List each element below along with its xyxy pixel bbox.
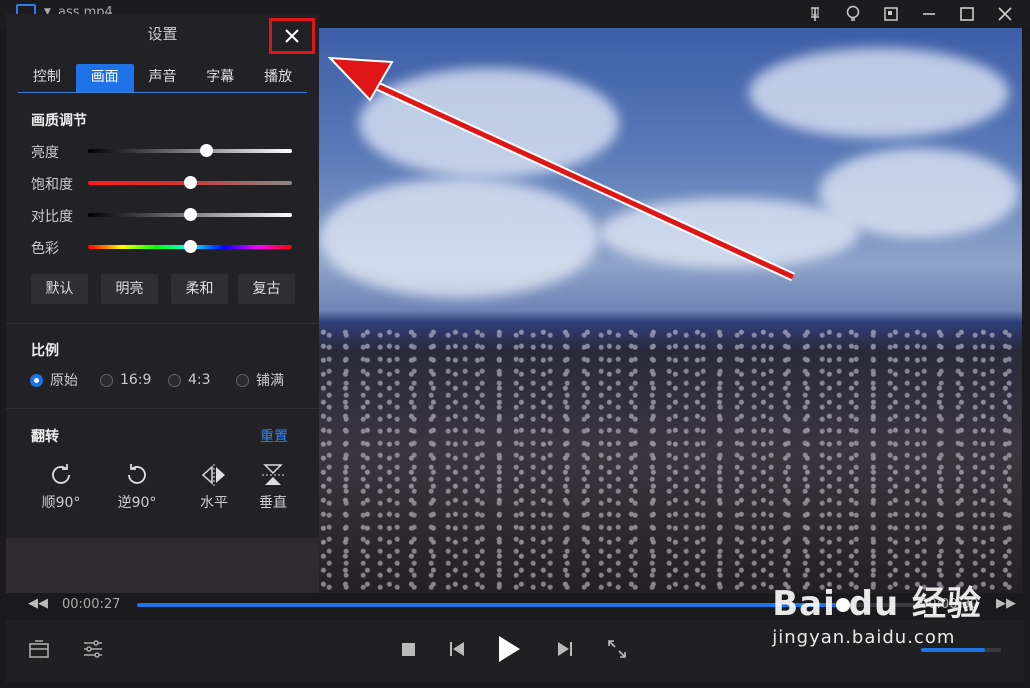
settings-tabs: 控制 画面 声音 字幕 播放: [18, 64, 307, 93]
radio-indicator: [168, 373, 181, 387]
contrast-slider[interactable]: [88, 208, 292, 221]
hue-slider[interactable]: [88, 240, 292, 253]
ratio-options: 原始 16:9 4:3 铺满: [30, 370, 284, 390]
close-window-icon[interactable]: [986, 0, 1024, 28]
flip-vertical-button[interactable]: 垂直: [245, 462, 301, 512]
saturation-label: 饱和度: [31, 177, 73, 193]
mini-mode-icon[interactable]: [872, 0, 910, 28]
flip-vertical-label: 垂直: [259, 495, 287, 511]
flip-horizontal-button[interactable]: 水平: [186, 462, 242, 512]
preset-retro-button[interactable]: 复古: [238, 274, 295, 304]
video-content: [319, 328, 1022, 593]
radio-label: 原始: [50, 373, 78, 389]
fast-forward-icon[interactable]: ▶▶: [996, 596, 1016, 611]
ratio-4-3-radio[interactable]: 4:3: [168, 370, 236, 390]
ratio-original-radio[interactable]: 原始: [30, 370, 100, 390]
hue-knob[interactable]: [184, 240, 197, 253]
rotate-cw-button[interactable]: 顺90°: [33, 462, 89, 512]
flip-vertical-icon: [262, 464, 284, 485]
rotate-ccw-icon: [128, 464, 146, 484]
contrast-knob[interactable]: [184, 208, 197, 221]
volume-fill: [921, 648, 985, 652]
radio-indicator: [30, 373, 43, 387]
divider: [6, 323, 319, 324]
watermark: Bai du 经验 jingyan.baidu.com: [772, 576, 982, 648]
maximize-icon[interactable]: [948, 0, 986, 28]
tab-subtitle[interactable]: 字幕: [191, 64, 249, 92]
volume-slider[interactable]: [921, 648, 1001, 652]
ratio-16-9-radio[interactable]: 16:9: [100, 370, 168, 390]
pin-icon[interactable]: [796, 0, 834, 28]
flip-section-title: 翻转: [31, 429, 59, 445]
tab-picture[interactable]: 画面: [75, 64, 134, 92]
hue-label: 色彩: [31, 241, 59, 257]
rotate-ccw-label: 逆90°: [117, 495, 157, 511]
tab-playback[interactable]: 播放: [249, 64, 307, 92]
rewind-icon[interactable]: ◀◀: [28, 596, 48, 611]
bulb-icon[interactable]: [834, 0, 872, 28]
current-time: 00:00:27: [62, 597, 121, 612]
settings-sliders-icon[interactable]: [82, 638, 104, 660]
play-icon[interactable]: [497, 635, 521, 663]
preset-soft-button[interactable]: 柔和: [171, 274, 228, 304]
flip-horizontal-label: 水平: [200, 495, 228, 511]
minimize-icon[interactable]: [910, 0, 948, 28]
previous-icon[interactable]: [449, 641, 465, 657]
saturation-knob[interactable]: [184, 176, 197, 189]
radio-label: 16:9: [120, 372, 152, 388]
next-icon[interactable]: [557, 641, 573, 657]
brightness-label: 亮度: [31, 145, 59, 161]
watermark-logo: Bai du 经验: [772, 584, 982, 624]
flip-horizontal-icon: [201, 464, 225, 486]
settings-panel: 设置 控制 画面 声音 字幕 播放 画质调节 亮度 饱和度 对比度 色彩 默认 …: [6, 14, 319, 538]
brightness-knob[interactable]: [200, 144, 214, 157]
flip-reset-link[interactable]: 重置: [260, 426, 288, 446]
radio-label: 铺满: [256, 373, 284, 389]
quality-section-title: 画质调节: [31, 113, 87, 129]
playlist-icon[interactable]: [28, 638, 50, 660]
brightness-slider[interactable]: [88, 144, 292, 157]
rotate-ccw-button[interactable]: 逆90°: [109, 462, 165, 512]
radio-indicator: [100, 373, 113, 387]
ratio-section-title: 比例: [31, 343, 59, 359]
progress-fill: [137, 603, 843, 607]
ratio-fill-radio[interactable]: 铺满: [236, 370, 284, 390]
rotate-cw-icon: [52, 464, 70, 484]
video-canvas[interactable]: [319, 28, 1022, 593]
preset-default-button[interactable]: 默认: [31, 274, 88, 304]
stop-icon[interactable]: [402, 643, 415, 656]
preset-bright-button[interactable]: 明亮: [101, 274, 158, 304]
tab-control[interactable]: 控制: [18, 64, 76, 92]
radio-label: 4:3: [188, 372, 211, 388]
settings-close-button[interactable]: [269, 18, 315, 54]
watermark-url: jingyan.baidu.com: [772, 627, 956, 648]
close-icon: [285, 29, 299, 43]
video-canvas-edge: [6, 538, 319, 593]
saturation-slider[interactable]: [88, 176, 292, 189]
fullscreen-icon[interactable]: [607, 639, 627, 659]
divider: [6, 408, 319, 409]
rotate-cw-label: 顺90°: [41, 495, 81, 511]
radio-indicator: [236, 373, 249, 387]
tab-audio[interactable]: 声音: [134, 64, 192, 92]
contrast-label: 对比度: [31, 209, 73, 225]
